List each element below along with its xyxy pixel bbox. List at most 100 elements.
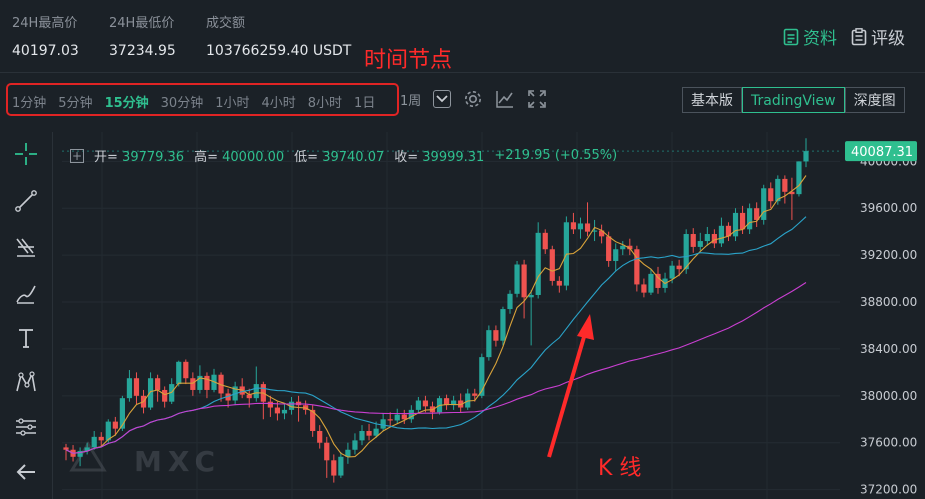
low-label: 低= bbox=[294, 150, 319, 165]
candle-body bbox=[796, 161, 802, 195]
candle-body bbox=[528, 294, 534, 298]
pattern-tool-icon[interactable] bbox=[14, 370, 38, 394]
candle-body bbox=[669, 265, 675, 279]
gear-icon[interactable] bbox=[463, 89, 483, 109]
candle-body bbox=[176, 361, 182, 385]
candle-body bbox=[493, 330, 499, 341]
moving-averages bbox=[65, 175, 807, 458]
candle-body bbox=[112, 421, 118, 429]
candle-body bbox=[204, 375, 210, 390]
interval-1m[interactable]: 1分钟 bbox=[12, 92, 46, 111]
price-tick-label: 39600.00 bbox=[860, 201, 917, 215]
candle-body bbox=[155, 378, 161, 390]
indicator-icon[interactable] bbox=[495, 89, 515, 109]
candle-body bbox=[711, 234, 717, 244]
volume: 成交额 103766259.40 USDT bbox=[206, 12, 351, 59]
clipboard-icon bbox=[851, 27, 867, 45]
chevron-down-icon[interactable] bbox=[433, 90, 452, 108]
candle-body bbox=[190, 378, 196, 390]
price-tick-label: 38000.00 bbox=[860, 389, 917, 403]
price-tick-label: 37600.00 bbox=[860, 436, 917, 450]
candle-body bbox=[535, 232, 541, 295]
candle-body bbox=[606, 236, 612, 261]
candle-body bbox=[183, 361, 189, 379]
low-value: 39740.07 bbox=[322, 150, 385, 165]
interval-5m[interactable]: 5分钟 bbox=[58, 92, 92, 111]
close-value: 39999.31 bbox=[422, 150, 485, 165]
close-label: 收= bbox=[394, 150, 419, 165]
candle-body bbox=[500, 309, 506, 341]
price-tick-label: 37200.00 bbox=[860, 483, 917, 497]
rating-link[interactable]: 评级 bbox=[851, 24, 905, 49]
candle-body bbox=[803, 151, 809, 162]
candle-body bbox=[105, 421, 111, 441]
plus-icon[interactable]: + bbox=[70, 148, 84, 163]
fullscreen-icon[interactable] bbox=[527, 89, 547, 109]
candle-body bbox=[126, 378, 133, 399]
candle-body bbox=[697, 241, 703, 247]
high-value: 40000.00 bbox=[222, 150, 285, 165]
open-label: 开= bbox=[94, 150, 118, 165]
candle-body bbox=[761, 188, 767, 220]
ohlc-change: +219.95 (+0.55%) bbox=[494, 148, 618, 163]
back-arrow-icon[interactable] bbox=[14, 460, 38, 484]
candle-body bbox=[521, 264, 527, 298]
candle-body bbox=[274, 407, 281, 414]
depth-chart-button[interactable]: 深度图 bbox=[844, 87, 905, 113]
interval-1w[interactable]: 1周 bbox=[400, 90, 421, 109]
candle-body bbox=[387, 419, 393, 421]
candle-body bbox=[267, 401, 273, 408]
candle-body bbox=[98, 436, 104, 441]
interval-30m[interactable]: 30分钟 bbox=[161, 92, 204, 111]
candle-body bbox=[768, 188, 774, 202]
candle-body bbox=[246, 394, 252, 399]
kline-chart[interactable]: MXC 40000.00 39600.00 39200.00 38800.00 3840… bbox=[0, 0, 925, 499]
candle-body bbox=[613, 249, 619, 261]
candle-body bbox=[147, 378, 154, 408]
price-tick-label: 38400.00 bbox=[860, 342, 917, 356]
candle-body bbox=[352, 440, 358, 450]
candle-body bbox=[739, 212, 746, 230]
price-tick-label: 39200.00 bbox=[860, 248, 917, 262]
measure-icon[interactable] bbox=[14, 415, 38, 439]
view-switcher: 基本版 TradingView 深度图 bbox=[682, 87, 905, 113]
info-link[interactable]: 资料 bbox=[783, 24, 837, 49]
interval-15m[interactable]: 15分钟 bbox=[105, 92, 149, 111]
candles bbox=[62, 138, 840, 483]
candle-body bbox=[584, 223, 591, 232]
candle-body bbox=[422, 400, 429, 407]
candle-body bbox=[620, 245, 626, 250]
last-price-label: 40087.31 bbox=[851, 145, 913, 160]
candle-body bbox=[683, 234, 689, 270]
high-24h-value: 40197.03 bbox=[12, 43, 79, 59]
interval-4h[interactable]: 4小时 bbox=[261, 92, 295, 111]
fib-tool-icon[interactable] bbox=[14, 235, 38, 259]
interval-1h[interactable]: 1小时 bbox=[215, 92, 249, 111]
candle-body bbox=[380, 419, 386, 429]
time-nodes-annotation: 时间节点 bbox=[364, 48, 453, 73]
crosshair-icon[interactable] bbox=[14, 142, 38, 166]
header-divider bbox=[0, 72, 925, 73]
candle-body bbox=[570, 222, 577, 230]
interval-1d[interactable]: 1日 bbox=[354, 92, 375, 111]
candle-body bbox=[641, 284, 647, 293]
price-tick-label: 38800.00 bbox=[860, 295, 917, 309]
candle-body bbox=[718, 225, 725, 244]
chart-toolbar: 1周 bbox=[400, 89, 547, 109]
candle-body bbox=[486, 330, 492, 358]
open-value: 39779.36 bbox=[122, 150, 185, 165]
candle-body bbox=[63, 447, 69, 450]
candle-body bbox=[359, 430, 365, 441]
candle-body bbox=[133, 378, 140, 396]
basic-view-button[interactable]: 基本版 bbox=[682, 87, 742, 113]
interval-8h[interactable]: 8小时 bbox=[308, 92, 342, 111]
price-axis[interactable]: 40000.0039600.0039200.0038800.0038400.00… bbox=[840, 132, 925, 499]
candle-body bbox=[331, 460, 337, 476]
candle-body bbox=[394, 414, 400, 421]
kline-annotation: K 线 bbox=[598, 456, 642, 481]
text-tool-icon[interactable] bbox=[14, 326, 38, 350]
trendline-icon[interactable] bbox=[14, 189, 38, 213]
brush-icon[interactable] bbox=[14, 282, 38, 306]
candle-body bbox=[324, 442, 330, 461]
tradingview-button[interactable]: TradingView bbox=[742, 87, 845, 113]
